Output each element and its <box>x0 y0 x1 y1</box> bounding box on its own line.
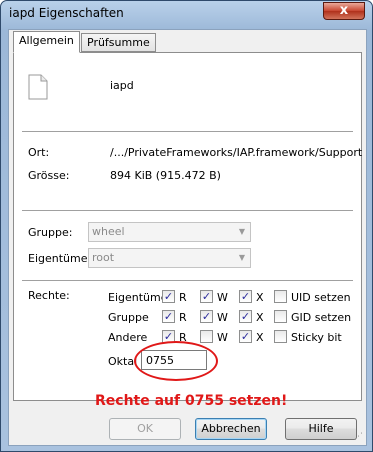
tab-pruefsumme[interactable]: Prüfsumme <box>81 33 156 52</box>
col-x-label: X <box>256 311 264 324</box>
col-r-label: R <box>179 311 187 324</box>
col-x-label: X <box>256 291 264 304</box>
gid-checkbox[interactable] <box>274 310 287 323</box>
title-bar[interactable]: iapd Eigenschaften x <box>1 1 372 27</box>
group-read-checkbox[interactable]: ✓ <box>162 310 175 323</box>
properties-window: iapd Eigenschaften x Allgemein Prüfsumme… <box>0 0 373 452</box>
col-w-label: W <box>217 291 228 304</box>
gruppe-label: Gruppe: <box>28 226 73 239</box>
rights-row-label: Andere <box>108 331 148 344</box>
highlight-ellipse <box>134 341 218 381</box>
col-x-label: X <box>256 331 264 344</box>
separator <box>22 280 353 282</box>
separator <box>22 131 353 133</box>
other-exec-checkbox[interactable]: ✓ <box>239 330 252 343</box>
uid-checkbox[interactable] <box>274 290 287 303</box>
gid-label: GID setzen <box>291 311 352 324</box>
owner-read-checkbox[interactable]: ✓ <box>162 290 175 303</box>
rechte-label: Rechte: <box>28 289 70 302</box>
col-w-label: W <box>217 311 228 324</box>
owner-write-checkbox[interactable]: ✓ <box>200 290 213 303</box>
cancel-button[interactable]: Abbrechen <box>195 418 267 440</box>
ort-value: /.../PrivateFrameworks/IAP.framework/Sup… <box>110 146 363 159</box>
tab-panel-allgemein: iapd Ort: /.../PrivateFrameworks/IAP.fra… <box>13 52 363 409</box>
col-r-label: R <box>179 291 187 304</box>
chevron-down-icon: ▼ <box>238 253 246 262</box>
owner-exec-checkbox[interactable]: ✓ <box>239 290 252 303</box>
chevron-down-icon: ▼ <box>238 227 246 236</box>
groesse-label: Grösse: <box>28 169 70 182</box>
dialog-client: Allgemein Prüfsumme iapd Ort: /.../Priva… <box>8 29 367 446</box>
sticky-checkbox[interactable] <box>274 330 287 343</box>
annotation-text: Rechte auf 0755 setzen! <box>95 393 288 409</box>
window-title: iapd Eigenschaften <box>9 6 124 20</box>
other-write-checkbox[interactable] <box>200 330 213 343</box>
group-exec-checkbox[interactable]: ✓ <box>239 310 252 323</box>
rights-row-label: Gruppe <box>108 311 149 324</box>
tab-allgemein[interactable]: Allgemein <box>13 31 80 53</box>
eigentuemer-value: root <box>92 251 115 264</box>
eigentuemer-select[interactable]: root ▼ <box>88 248 251 268</box>
resize-grip-icon[interactable]: ⋰ <box>354 433 364 443</box>
ort-label: Ort: <box>28 146 50 159</box>
sticky-label: Sticky bit <box>291 331 342 344</box>
file-icon <box>28 74 48 100</box>
uid-label: UID setzen <box>291 291 351 304</box>
close-button[interactable]: x <box>323 2 365 20</box>
gruppe-select[interactable]: wheel ▼ <box>88 222 251 242</box>
help-button[interactable]: Hilfe <box>285 418 357 440</box>
ok-button[interactable]: OK <box>109 418 181 440</box>
file-name: iapd <box>110 79 134 92</box>
eigentuemer-label: Eigentümer: <box>28 252 96 265</box>
group-write-checkbox[interactable]: ✓ <box>200 310 213 323</box>
col-w-label: W <box>217 331 228 344</box>
separator <box>22 210 353 212</box>
groesse-value: 894 KiB (915.472 B) <box>110 169 221 182</box>
gruppe-value: wheel <box>92 225 125 238</box>
oktal-label: Oktal <box>108 355 138 368</box>
